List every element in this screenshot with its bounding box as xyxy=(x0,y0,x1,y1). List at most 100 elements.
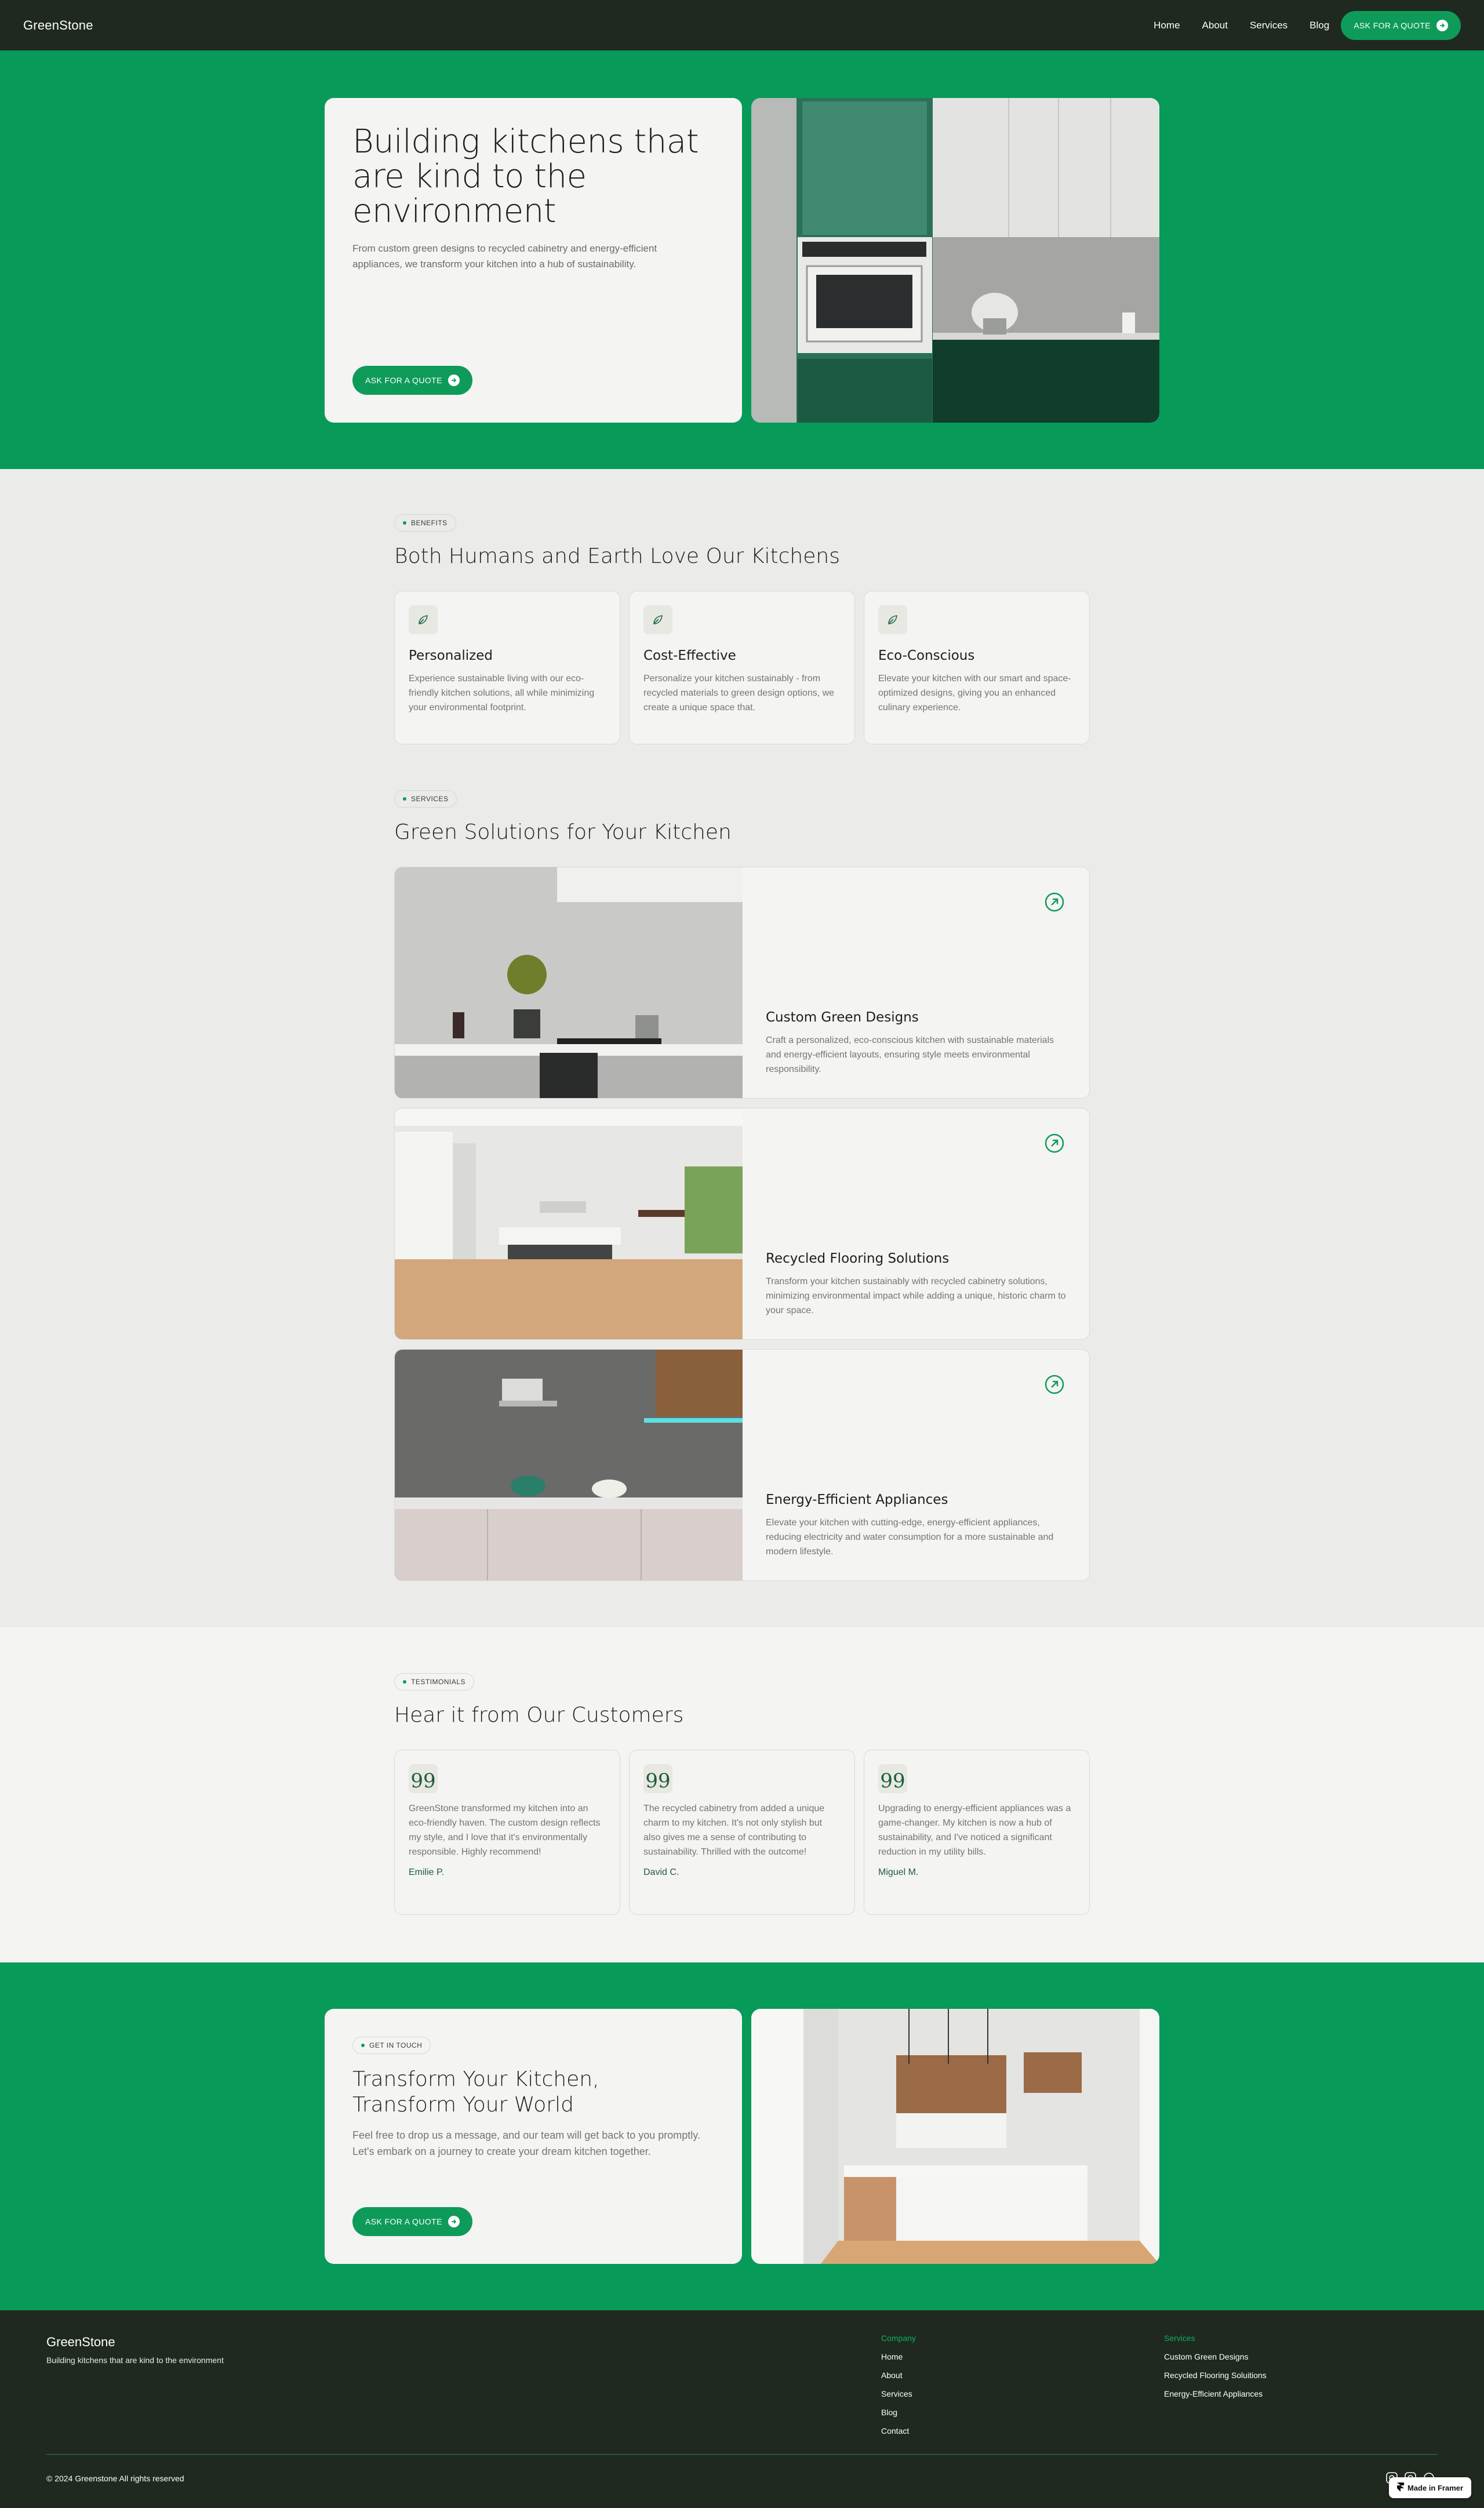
cta-section: GET IN TOUCH Transform Your Kitchen, Tra… xyxy=(0,1962,1484,2310)
footer-services-column: Services Custom Green Designs Recycled F… xyxy=(1164,2333,1267,2398)
arrow-up-right-icon[interactable] xyxy=(1044,892,1065,913)
footer-services-heading: Services xyxy=(1164,2333,1195,2343)
dot-icon xyxy=(361,2044,365,2047)
hero-text: From custom green designs to recycled ca… xyxy=(352,243,657,270)
made-in-framer-badge[interactable]: Made in Framer xyxy=(1389,2477,1471,2498)
hero-quote-label: ASK FOR A QUOTE xyxy=(365,376,442,385)
leaf-icon xyxy=(409,605,438,634)
cta-quote-label: ASK FOR A QUOTE xyxy=(365,2217,442,2226)
hero-kitchen-image xyxy=(751,98,1159,423)
framer-badge-label: Made in Framer xyxy=(1407,2483,1464,2492)
dot-icon xyxy=(403,1680,406,1684)
service-title: Recycled Flooring Solutions xyxy=(766,1251,950,1266)
quote-icon: 99 xyxy=(878,1764,907,1793)
cta-text: Feel free to drop us a message, and our … xyxy=(352,2129,700,2157)
hero-title: Building kitchens that are kind to the e… xyxy=(352,123,699,230)
benefit-text: Personalize your kitchen sustainably - f… xyxy=(643,674,835,713)
logo[interactable]: GreenStone xyxy=(23,18,93,33)
hero-section: Building kitchens that are kind to the e… xyxy=(0,50,1484,469)
cta-card: GET IN TOUCH Transform Your Kitchen, Tra… xyxy=(325,2009,742,2264)
testimonial-author: David C. xyxy=(643,1867,679,1877)
cta-kitchen-image xyxy=(751,2009,1159,2264)
testimonial-author: Emilie P. xyxy=(409,1867,445,1877)
footer-link-blog[interactable]: Blog xyxy=(881,2408,916,2417)
benefits-tag-label: BENEFITS xyxy=(411,519,448,527)
service-image xyxy=(395,867,743,1098)
testimonial-card: 99 GreenStone transformed my kitchen int… xyxy=(394,1750,620,1915)
service-card[interactable]: Custom Green Designs Craft a personalize… xyxy=(394,867,1090,1099)
footer-link-energy-efficient[interactable]: Energy-Efficient Appliances xyxy=(1164,2389,1267,2398)
top-nav: GreenStone Home About Services Blog ASK … xyxy=(0,0,1484,50)
footer-company-column: Company Home About Services Blog Contact xyxy=(881,2333,916,2436)
benefits-tag: BENEFITS xyxy=(394,514,456,532)
footer-link-contact[interactable]: Contact xyxy=(881,2426,916,2436)
cta-tag: GET IN TOUCH xyxy=(352,2037,431,2054)
services-section: SERVICES Green Solutions for Your Kitche… xyxy=(394,790,1090,1582)
footer-tagline: Building kitchens that are kind to the e… xyxy=(46,2356,224,2365)
service-text: Transform your kitchen sustainably with … xyxy=(766,1277,1066,1315)
hero-card: Building kitchens that are kind to the e… xyxy=(325,98,742,423)
service-text: Elevate your kitchen with cutting-edge, … xyxy=(766,1518,1054,1557)
testimonial-card: 99 The recycled cabinetry from added a u… xyxy=(629,1750,855,1915)
footer-link-home[interactable]: Home xyxy=(881,2352,916,2361)
arrow-right-icon xyxy=(448,375,460,386)
footer-link-recycled-flooring[interactable]: Recycled Flooring Soluitions xyxy=(1164,2371,1267,2380)
nav-link-blog[interactable]: Blog xyxy=(1310,20,1329,31)
dot-icon xyxy=(403,797,406,801)
nav-quote-label: ASK FOR A QUOTE xyxy=(1354,20,1431,30)
testimonials-tag: TESTIMONIALS xyxy=(394,1673,475,1691)
arrow-right-icon xyxy=(1436,19,1448,31)
services-title: Green Solutions for Your Kitchen xyxy=(394,820,732,844)
service-text: Craft a personalized, eco-conscious kitc… xyxy=(766,1035,1054,1074)
footer: GreenStone Building kitchens that are ki… xyxy=(0,2310,1484,2508)
nav-links: Home About Services Blog xyxy=(1154,20,1329,31)
footer-link-about[interactable]: About xyxy=(881,2371,916,2380)
service-card[interactable]: Energy-Efficient Appliances Elevate your… xyxy=(394,1349,1090,1581)
dot-icon xyxy=(403,521,406,525)
services-tag: SERVICES xyxy=(394,790,457,808)
arrow-right-icon xyxy=(448,2216,460,2227)
testimonial-text: GreenStone transformed my kitchen into a… xyxy=(409,1804,601,1857)
testimonials-title: Hear it from Our Customers xyxy=(394,1703,684,1727)
copyright: © 2024 Greenstone All rights reserved xyxy=(46,2474,184,2483)
footer-link-services[interactable]: Services xyxy=(881,2389,916,2398)
service-card[interactable]: Recycled Flooring Solutions Transform yo… xyxy=(394,1108,1090,1340)
leaf-icon xyxy=(878,605,907,634)
footer-logo[interactable]: GreenStone xyxy=(46,2335,115,2350)
benefit-card: Eco-Conscious Elevate your kitchen with … xyxy=(864,591,1090,744)
cta-quote-button[interactable]: ASK FOR A QUOTE xyxy=(352,2207,472,2236)
arrow-up-right-icon[interactable] xyxy=(1044,1133,1065,1154)
testimonials-tag-label: TESTIMONIALS xyxy=(411,1678,466,1686)
nav-link-home[interactable]: Home xyxy=(1154,20,1180,31)
benefit-title: Cost-Effective xyxy=(643,648,736,663)
footer-divider xyxy=(46,2454,1438,2455)
benefit-title: Personalized xyxy=(409,648,493,663)
benefit-text: Elevate your kitchen with our smart and … xyxy=(878,674,1071,713)
quote-icon: 99 xyxy=(643,1764,672,1793)
service-title: Energy-Efficient Appliances xyxy=(766,1492,948,1507)
services-tag-label: SERVICES xyxy=(411,795,449,803)
footer-link-custom-green-designs[interactable]: Custom Green Designs xyxy=(1164,2352,1267,2361)
benefit-card: Personalized Experience sustainable livi… xyxy=(394,591,620,744)
benefit-title: Eco-Conscious xyxy=(878,648,975,663)
hero-quote-button[interactable]: ASK FOR A QUOTE xyxy=(352,366,472,395)
testimonial-card: 99 Upgrading to energy-efficient applian… xyxy=(864,1750,1090,1915)
nav-quote-button[interactable]: ASK FOR A QUOTE xyxy=(1341,10,1461,40)
benefits-title: Both Humans and Earth Love Our Kitchens xyxy=(394,544,840,568)
service-image xyxy=(395,1108,743,1339)
cta-title: Transform Your Kitchen, Transform Your W… xyxy=(352,2067,599,2117)
cta-tag-label: GET IN TOUCH xyxy=(369,2041,423,2049)
framer-icon xyxy=(1396,2482,1404,2494)
testimonial-text: The recycled cabinetry from added a uniq… xyxy=(643,1804,825,1857)
benefit-card: Cost-Effective Personalize your kitchen … xyxy=(629,591,855,744)
quote-icon: 99 xyxy=(409,1764,438,1793)
testimonial-text: Upgrading to energy-efficient appliances… xyxy=(878,1804,1071,1857)
service-title: Custom Green Designs xyxy=(766,1010,919,1025)
nav-link-services[interactable]: Services xyxy=(1250,20,1287,31)
arrow-up-right-icon[interactable] xyxy=(1044,1374,1065,1395)
benefits-section: BENEFITS Both Humans and Earth Love Our … xyxy=(394,514,1090,746)
testimonials-section: TESTIMONIALS Hear it from Our Customers … xyxy=(394,1673,1090,1917)
leaf-icon xyxy=(643,605,672,634)
service-image xyxy=(395,1350,743,1580)
nav-link-about[interactable]: About xyxy=(1202,20,1228,31)
